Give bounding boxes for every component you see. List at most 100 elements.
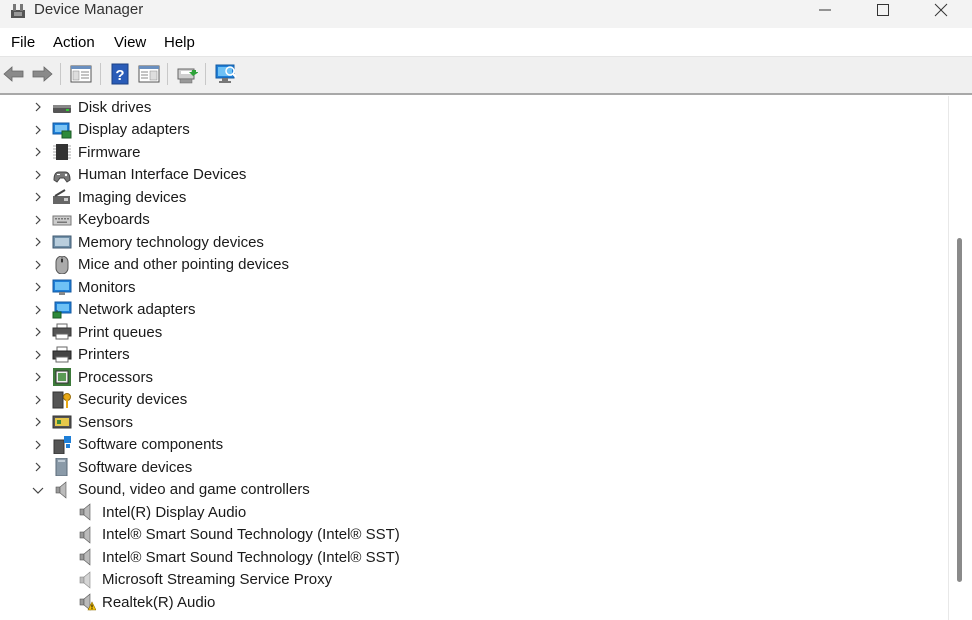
update-driver-button[interactable] bbox=[175, 62, 199, 86]
menu-help[interactable]: Help bbox=[164, 34, 195, 51]
update-driver-icon bbox=[177, 68, 198, 84]
security-icon bbox=[52, 391, 72, 409]
show-hide-console-tree-icon bbox=[70, 65, 92, 83]
chevron-right-icon[interactable] bbox=[31, 190, 45, 204]
chevron-right-icon[interactable] bbox=[31, 460, 45, 474]
chevron-right-icon[interactable] bbox=[31, 370, 45, 384]
forward-arrow-icon bbox=[32, 66, 53, 82]
tree-child-item[interactable]: Microsoft Streaming Service Proxy bbox=[76, 569, 332, 591]
chevron-right-icon[interactable] bbox=[31, 213, 45, 227]
tree-item-label: Memory technology devices bbox=[78, 233, 264, 251]
device-tree: Disk drives Display adapters Firmware Hu… bbox=[0, 96, 948, 620]
disk-drive-icon bbox=[52, 98, 72, 116]
tree-item-label: Processors bbox=[78, 368, 154, 386]
chevron-right-icon[interactable] bbox=[31, 393, 45, 407]
tree-item-label: Software components bbox=[78, 436, 224, 453]
chevron-right-icon[interactable] bbox=[31, 348, 45, 362]
tree-item-label: Network adapters bbox=[78, 301, 196, 318]
tree-item-label: Software devices bbox=[78, 458, 193, 476]
tree-item-label: Intel® Smart Sound Technology (Intel® SS… bbox=[102, 548, 400, 566]
device-manager-app-icon bbox=[8, 2, 28, 20]
menu-action[interactable]: Action bbox=[53, 34, 95, 51]
chevron-right-icon[interactable] bbox=[31, 100, 45, 114]
speaker-warning-icon bbox=[76, 593, 96, 611]
sensor-icon bbox=[52, 413, 72, 431]
tree-item-label: Human Interface Devices bbox=[78, 166, 247, 183]
camera-icon bbox=[52, 188, 72, 206]
hid-icon bbox=[52, 166, 72, 184]
tree-item-label: Disk drives bbox=[78, 98, 152, 116]
menu-bar: File Action View Help bbox=[0, 28, 972, 57]
tree-item-label: Display adapters bbox=[78, 121, 190, 138]
printer-icon bbox=[52, 346, 72, 364]
speaker-icon bbox=[76, 525, 96, 544]
properties-button[interactable] bbox=[137, 62, 161, 86]
tree-child-item[interactable]: Intel(R) Display Audio bbox=[76, 501, 246, 523]
menu-view[interactable]: View bbox=[114, 34, 146, 51]
vertical-scrollbar[interactable] bbox=[948, 96, 972, 620]
network-icon bbox=[52, 301, 72, 319]
console-tree-button[interactable] bbox=[69, 62, 93, 86]
processor-icon bbox=[52, 368, 72, 386]
tree-item-label: Sound, video and game controllers bbox=[78, 481, 310, 498]
maximize-button[interactable] bbox=[854, 0, 912, 20]
tree-child-item[interactable]: Intel® Smart Sound Technology (Intel® SS… bbox=[76, 524, 400, 546]
window-title: Device Manager bbox=[34, 1, 144, 18]
speaker-icon bbox=[76, 548, 96, 566]
tree-item-label: Printers bbox=[78, 346, 130, 363]
firmware-icon bbox=[52, 143, 72, 161]
tree-item-label: Microsoft Streaming Service Proxy bbox=[102, 571, 333, 588]
display-adapter-icon bbox=[52, 121, 72, 139]
scan-hardware-icon bbox=[215, 64, 237, 83]
close-button[interactable] bbox=[912, 0, 970, 20]
tree-item-label: Realtek(R) Audio bbox=[102, 593, 216, 611]
chevron-right-icon[interactable] bbox=[31, 438, 45, 452]
minimize-button[interactable] bbox=[796, 0, 854, 20]
toolbar-separator bbox=[205, 63, 206, 85]
tree-item-label: Mice and other pointing devices bbox=[78, 256, 289, 273]
tree-item-label: Print queues bbox=[78, 323, 163, 341]
help-icon: ? bbox=[111, 63, 129, 85]
toolbar-separator bbox=[167, 63, 168, 85]
chevron-right-icon[interactable] bbox=[31, 280, 45, 294]
memory-icon bbox=[52, 233, 72, 251]
chevron-down-icon[interactable] bbox=[31, 483, 45, 497]
forward-button[interactable] bbox=[30, 62, 54, 86]
tree-item-label: Sensors bbox=[78, 413, 134, 431]
mouse-icon bbox=[52, 255, 72, 274]
menu-file[interactable]: File bbox=[11, 34, 35, 51]
chevron-right-icon[interactable] bbox=[31, 303, 45, 317]
tree-item-label: Keyboards bbox=[78, 211, 150, 228]
tree-child-item[interactable]: Realtek(R) Audio bbox=[76, 591, 215, 613]
speaker-icon bbox=[76, 503, 96, 521]
help-button[interactable]: ? bbox=[108, 62, 132, 86]
keyboard-icon bbox=[52, 211, 72, 229]
tree-item-label: Intel(R) Display Audio bbox=[102, 503, 247, 521]
chevron-right-icon[interactable] bbox=[31, 258, 45, 272]
tree-item-label: Intel® Smart Sound Technology (Intel® SS… bbox=[102, 526, 400, 543]
speaker-icon bbox=[76, 570, 96, 589]
scrollbar-thumb[interactable] bbox=[957, 238, 962, 582]
tree-item-label: Security devices bbox=[78, 391, 188, 408]
toolbar: ? bbox=[0, 57, 972, 95]
back-arrow-icon bbox=[3, 66, 24, 82]
properties-icon bbox=[138, 65, 160, 83]
maximize-icon bbox=[877, 4, 889, 16]
back-button[interactable] bbox=[2, 62, 26, 86]
tree-child-item[interactable]: Intel® Smart Sound Technology (Intel® SS… bbox=[76, 546, 400, 568]
software-device-icon bbox=[52, 458, 72, 476]
chevron-right-icon[interactable] bbox=[31, 168, 45, 182]
toolbar-separator bbox=[100, 63, 101, 85]
monitor-icon bbox=[52, 278, 72, 296]
title-bar: Device Manager bbox=[0, 0, 972, 28]
chevron-right-icon[interactable] bbox=[31, 123, 45, 137]
chevron-right-icon[interactable] bbox=[31, 325, 45, 339]
print-queue-icon bbox=[52, 323, 72, 341]
svg-text:?: ? bbox=[115, 67, 124, 84]
chevron-right-icon[interactable] bbox=[31, 235, 45, 249]
chevron-right-icon[interactable] bbox=[31, 145, 45, 159]
toolbar-separator bbox=[60, 63, 61, 85]
scan-hardware-button[interactable] bbox=[214, 62, 238, 86]
chevron-right-icon[interactable] bbox=[31, 415, 45, 429]
tree-item-label: Imaging devices bbox=[78, 188, 187, 206]
